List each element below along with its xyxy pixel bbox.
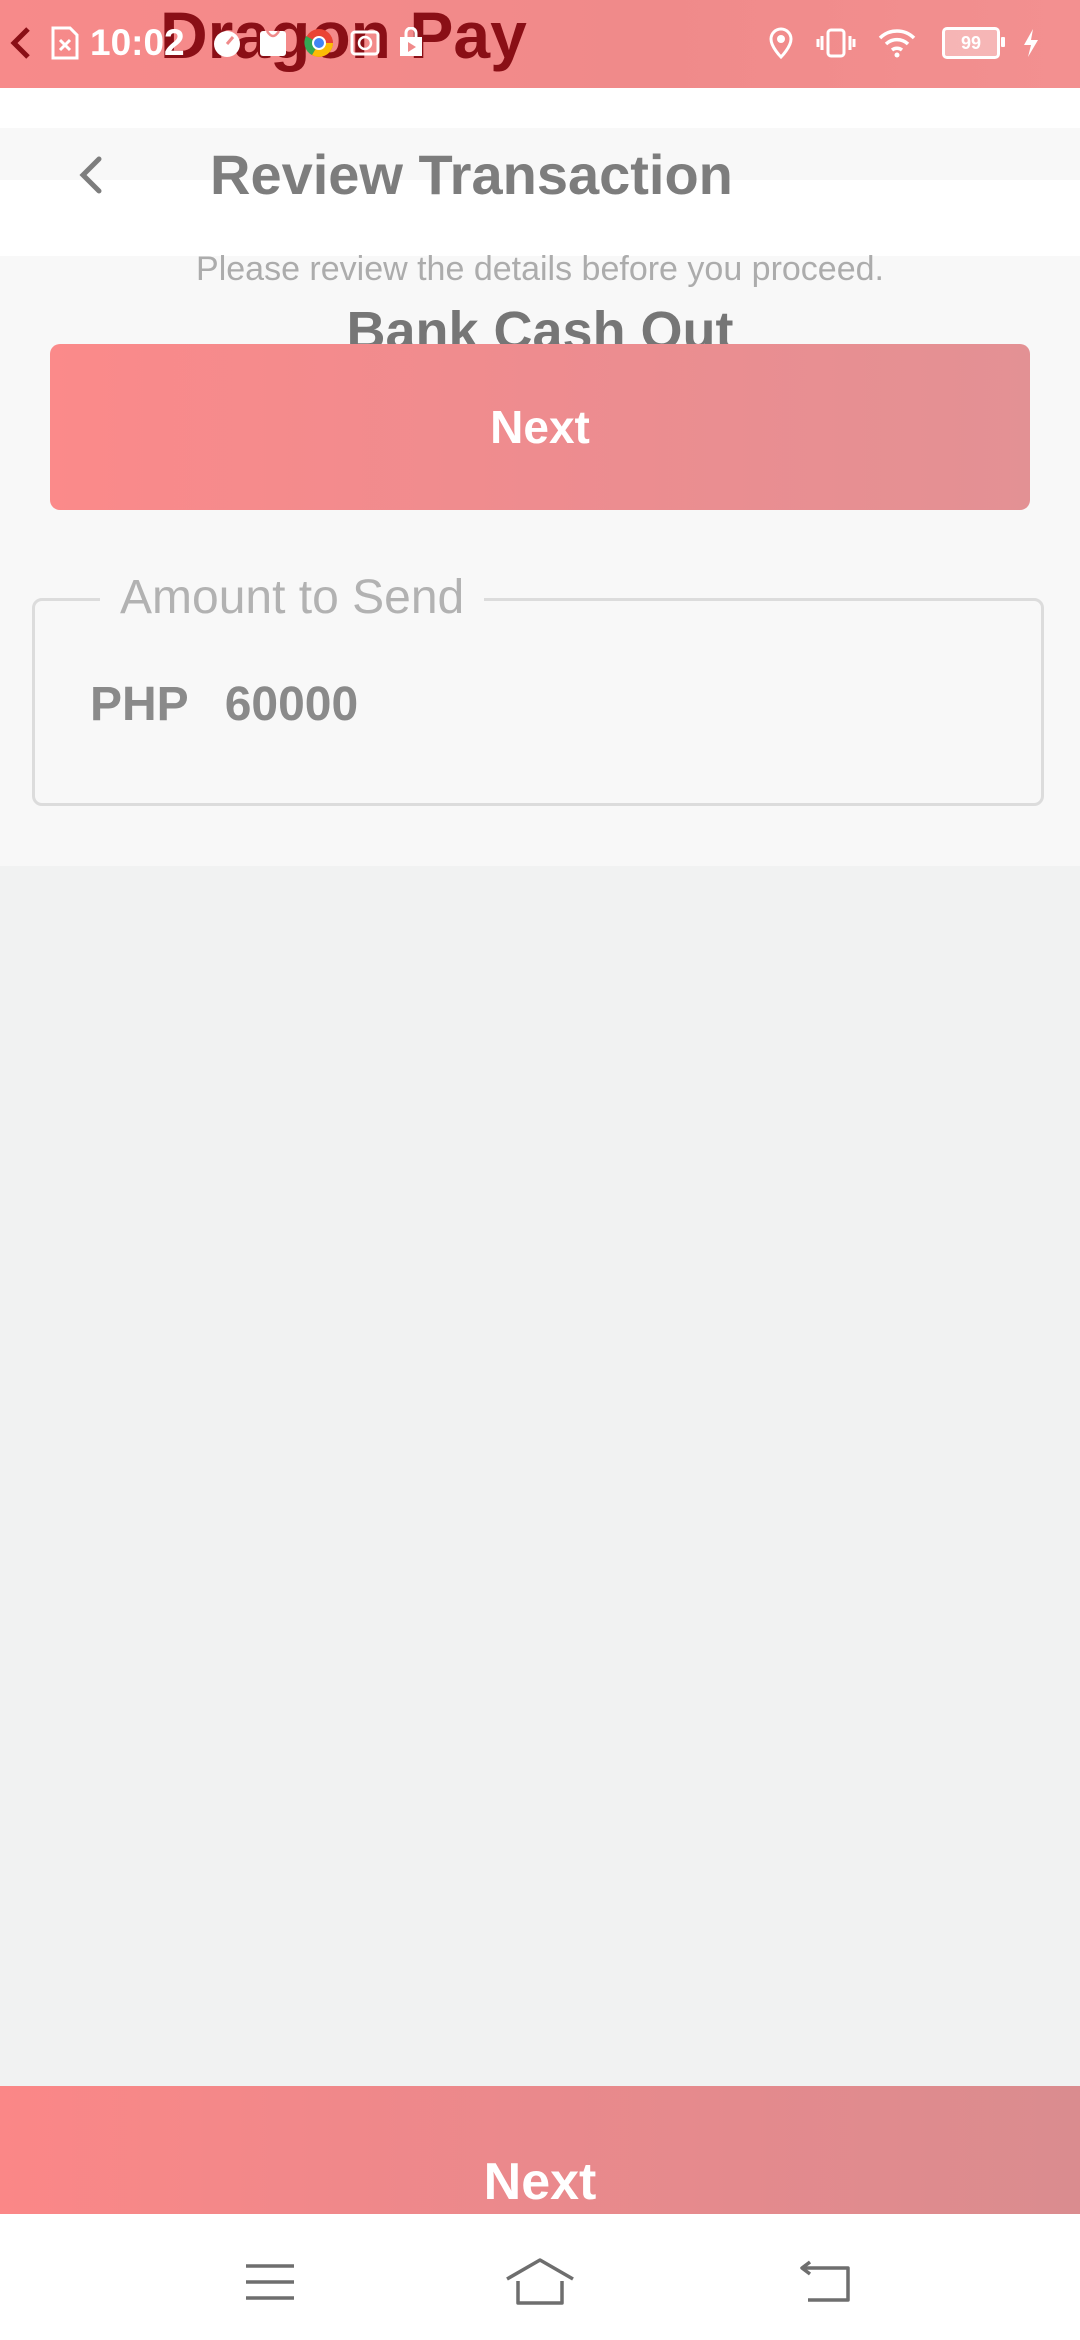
home-icon [506, 2258, 574, 2305]
charging-icon [1024, 29, 1038, 57]
page-title: Review Transaction [210, 143, 733, 206]
screen: Dragon Pay 10:02 99 Review Transaction P… [0, 0, 1080, 2340]
back-nav-button[interactable] [786, 2252, 866, 2312]
amount-field-label: Amount to Send [100, 568, 485, 628]
mail-icon [350, 30, 380, 56]
next-button-top[interactable]: Next [50, 344, 1030, 510]
review-instructions: Please review the details before you pro… [196, 250, 884, 288]
chrome-icon [304, 29, 333, 57]
battery-level: 99 [960, 32, 982, 53]
recents-button[interactable] [230, 2252, 310, 2312]
location-icon [769, 27, 793, 59]
amount-field-value: PHP 60000 [90, 670, 358, 740]
wifi-icon [878, 29, 916, 58]
status-right: 99 [746, 18, 1040, 68]
currency-code: PHP [90, 678, 189, 731]
status-left: 10:02 [6, 12, 427, 74]
notification-icons [197, 27, 427, 59]
chevron-left-icon [79, 156, 102, 194]
back-button[interactable] [60, 140, 120, 210]
status-time: 10:02 [90, 22, 185, 63]
header-band-top [0, 88, 1080, 128]
status-bar: Dragon Pay 10:02 99 [0, 0, 1080, 88]
home-button[interactable] [500, 2252, 580, 2312]
bag-icon [259, 30, 286, 56]
timer-icon [213, 31, 240, 57]
next-button-bottom[interactable]: Next [0, 2086, 1080, 2214]
battery-icon: 99 [942, 27, 1005, 59]
menu-icon [246, 2264, 294, 2300]
vibrate-icon [816, 28, 856, 58]
file-icon [51, 26, 79, 60]
play-store-icon [399, 27, 422, 56]
navigation-bar [0, 2214, 1080, 2340]
amount-value: 60000 [224, 678, 359, 731]
back-icon [800, 2260, 850, 2302]
back-arrow-icon [10, 27, 30, 59]
